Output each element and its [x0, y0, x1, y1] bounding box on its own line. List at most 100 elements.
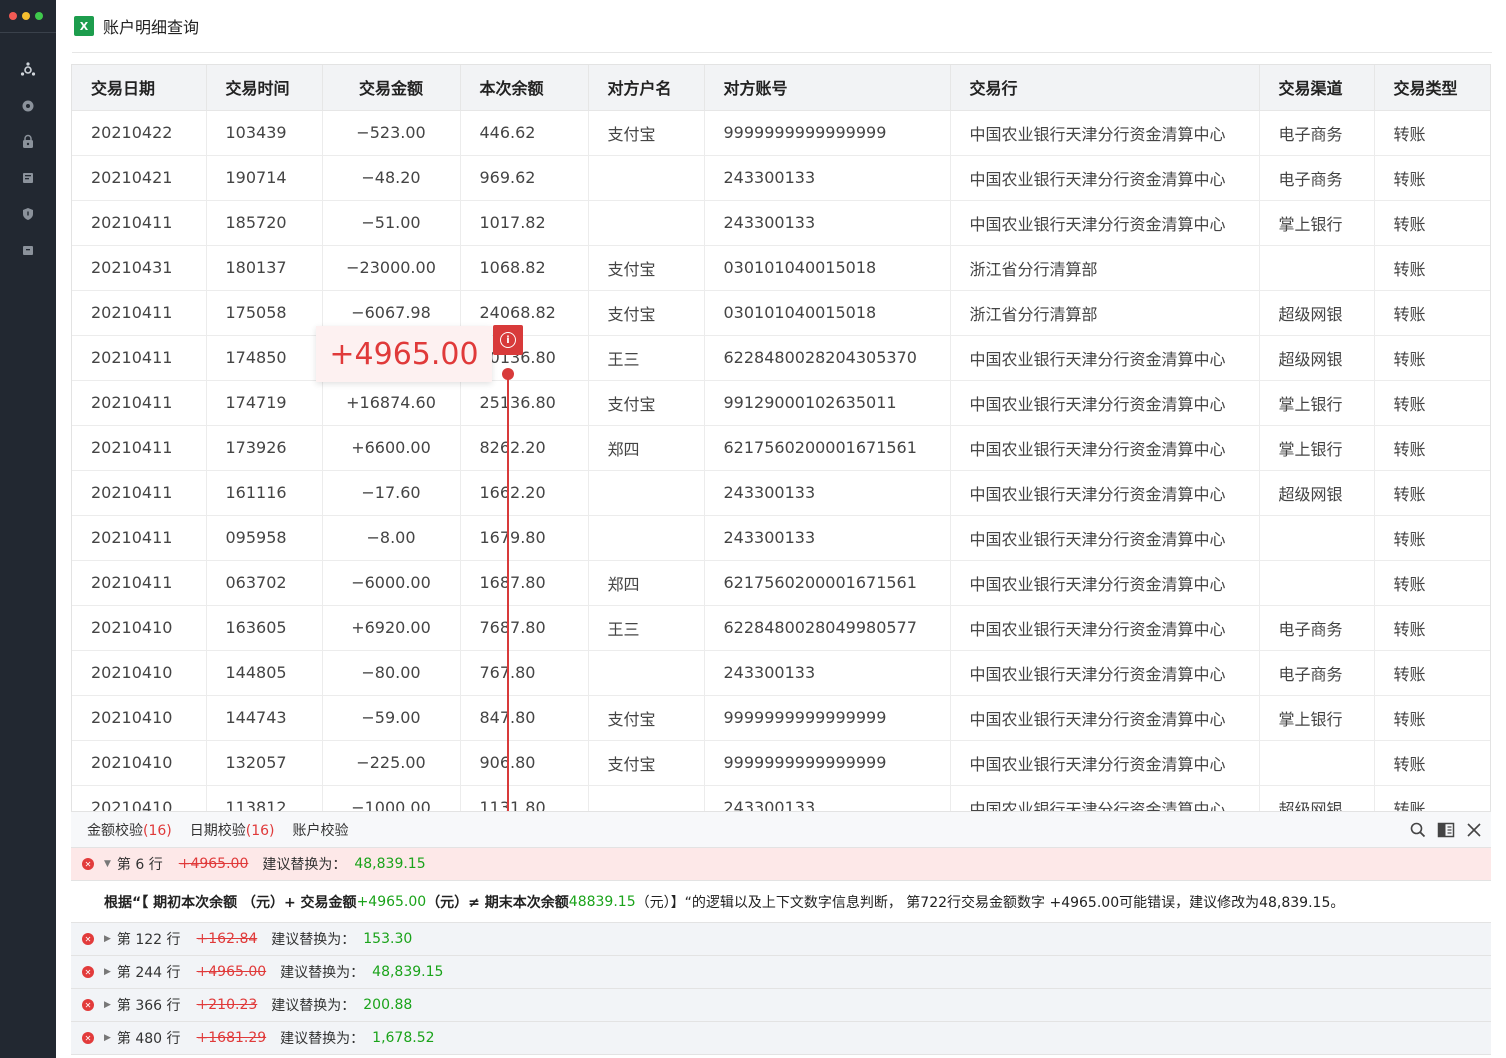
column-header-date[interactable]: 交易日期	[72, 65, 207, 111]
caret-down-icon[interactable]: ▼	[104, 859, 111, 869]
caret-right-icon[interactable]: ▶	[104, 1000, 111, 1010]
close-icon[interactable]	[1465, 821, 1483, 839]
sidebar-item-records[interactable]	[0, 88, 56, 124]
cell-date: 20210410	[72, 785, 207, 811]
cell-time: 174719	[206, 380, 323, 426]
cell-counterparty	[588, 785, 705, 811]
table-row[interactable]: 20210431 180137 −23000.00 1068.82 支付宝 0301010…	[72, 245, 1490, 291]
cell-account: 9999999999999999	[704, 695, 951, 741]
cell-balance: 1017.82	[460, 200, 589, 246]
table-row[interactable]: 20210411 185720 −51.00 1017.82 243300133 中国农业…	[72, 200, 1490, 246]
cell-balance: 8262.20	[460, 425, 589, 471]
table-row[interactable]: 20210410 163605 +6920.00 7687.80 王三 622848002…	[72, 605, 1490, 651]
cell-balance: 7687.80	[460, 605, 589, 651]
detail-amount: +4965.00	[356, 893, 427, 910]
detail-mid: （元）≠ 期末本次余额	[426, 894, 569, 911]
error-icon: ✕	[82, 858, 94, 870]
cell-date: 20210410	[72, 650, 207, 696]
alert-badge[interactable]: i	[493, 325, 523, 355]
cell-bank: 中国农业银行天津分行资金清算中心	[950, 650, 1260, 696]
close-window-button[interactable]	[9, 12, 17, 20]
tab-amount-check[interactable]: 金额校验(16)	[87, 820, 172, 840]
cell-channel: 超级网银	[1259, 335, 1375, 381]
error-wrong-value: +4965.00	[178, 856, 249, 872]
sidebar-item-export[interactable]	[0, 232, 56, 268]
column-header-time[interactable]: 交易时间	[206, 65, 323, 111]
cell-balance: 1679.80	[460, 515, 589, 561]
error-row-number: 第 6 行	[116, 857, 163, 873]
cell-channel: 掌上银行	[1259, 425, 1375, 471]
error-wrong-value: +210.23	[196, 997, 258, 1013]
table-row[interactable]: 20210411 173926 +6600.00 8262.20 郑四 621756020…	[72, 425, 1490, 471]
table-row[interactable]: 20210411 095958 −8.00 1679.80 243300133 中国农业银…	[72, 515, 1490, 561]
tab-account-check[interactable]: 账户校验	[293, 820, 349, 840]
suggest-value[interactable]: 48,839.15	[372, 964, 443, 980]
maximize-window-button[interactable]	[35, 12, 43, 20]
search-icon[interactable]	[1409, 821, 1427, 839]
info-icon: i	[500, 332, 516, 348]
error-item[interactable]: ✕ ▶ 第 122 行 +162.84 建议替换为： 153.30	[71, 923, 1491, 956]
cell-counterparty	[588, 155, 705, 201]
tab-count: (16)	[245, 822, 275, 839]
table-row[interactable]: 20210411 175058 −6067.98 24068.82 支付宝 0301010…	[72, 290, 1490, 336]
error-icon: ✕	[82, 933, 94, 945]
caret-right-icon[interactable]: ▶	[104, 1033, 111, 1043]
table-row[interactable]: 20210410132057−225.00906.80支付宝9999999999…	[72, 740, 1490, 786]
error-item[interactable]: ✕ ▶ 第 480 行 +1681.29 建议替换为： 1,678.52	[71, 1022, 1491, 1055]
caret-right-icon[interactable]: ▶	[104, 934, 111, 944]
table-row[interactable]: 20210411 161116 −17.60 1662.20 243300133 中国农业…	[72, 470, 1490, 516]
cell-date: 20210410	[72, 740, 207, 786]
table-row[interactable]: 20210410144743−59.00847.80支付宝99999999999…	[72, 695, 1490, 741]
table-row[interactable]: 20210411 174850 30136.80 王三 6228480028204305…	[72, 335, 1490, 381]
error-item[interactable]: ✕ ▶ 第 366 行 +210.23 建议替换为： 200.88	[71, 989, 1491, 1022]
sidebar-item-lock[interactable]	[0, 124, 56, 160]
marker-line	[507, 378, 509, 836]
error-detail: 根据“【 期初本次余额 （元）+ 交易金额 +4965.00 （元）≠ 期末本次…	[71, 881, 1491, 923]
table-row[interactable]: 20210411 063702 −6000.00 1687.80 郑四 621756020…	[72, 560, 1490, 606]
shield-icon	[23, 208, 33, 220]
cell-channel: 电子商务	[1259, 110, 1375, 156]
column-header-account[interactable]: 对方账号	[704, 65, 951, 111]
cell-amount: −6000.00	[322, 560, 461, 606]
cell-balance: 969.62	[460, 155, 589, 201]
error-item[interactable]: ✕ ▶ 第 244 行 +4965.00 建议替换为： 48,839.15	[71, 956, 1491, 989]
table-row[interactable]: 20210410144805−80.00767.80 243300133中国农业银…	[72, 650, 1490, 696]
suggest-value[interactable]: 1,678.52	[372, 1030, 434, 1046]
suggest-value[interactable]: 48,839.15	[354, 856, 425, 872]
suggest-value[interactable]: 200.88	[363, 997, 412, 1013]
cell-amount: +16874.60	[322, 380, 461, 426]
cell-type: 转账	[1374, 290, 1490, 336]
sidebar-item-reports[interactable]	[0, 160, 56, 196]
cell-channel: 掌上银行	[1259, 695, 1375, 741]
column-header-balance[interactable]: 本次余额	[460, 65, 589, 111]
error-icon: ✕	[82, 966, 94, 978]
column-header-channel[interactable]: 交易渠道	[1259, 65, 1375, 111]
cell-account: 243300133	[704, 470, 951, 516]
column-header-bank[interactable]: 交易行	[950, 65, 1260, 111]
cell-date: 20210421	[72, 155, 207, 201]
cell-bank: 中国农业银行天津分行资金清算中心	[950, 740, 1260, 786]
table-row[interactable]: 20210411 174719 +16874.60 25136.80 支付宝 991290…	[72, 380, 1490, 426]
cell-time: 132057	[206, 740, 323, 786]
sidebar-item-home[interactable]	[0, 52, 56, 88]
cell-account: 6228480028049980577	[704, 605, 951, 651]
cell-balance: 767.80	[460, 650, 589, 696]
book-icon[interactable]	[1437, 821, 1455, 839]
table-row[interactable]: 20210422 103439 −523.00 446.62 支付宝 9999999999…	[72, 110, 1490, 156]
cell-account: 9999999999999999	[704, 740, 951, 786]
table-row[interactable]: 20210410 113812 −1000.00 1131.80 243300133 中国…	[72, 785, 1490, 811]
sidebar-item-security[interactable]	[0, 196, 56, 232]
cell-channel	[1259, 740, 1375, 786]
suggest-value[interactable]: 153.30	[363, 931, 412, 947]
cell-type: 转账	[1374, 110, 1490, 156]
tab-date-check[interactable]: 日期校验(16)	[190, 820, 275, 840]
minimize-window-button[interactable]	[22, 12, 30, 20]
table-body: 20210422 103439 −523.00 446.62 支付宝 9999999999…	[72, 110, 1490, 811]
caret-right-icon[interactable]: ▶	[104, 967, 111, 977]
column-header-type[interactable]: 交易类型	[1374, 65, 1490, 111]
column-header-amount[interactable]: 交易金额	[322, 65, 461, 111]
detail-prefix: 根据“【 期初本次余额 （元）+ 交易金额	[104, 894, 357, 911]
column-header-counterparty[interactable]: 对方户名	[588, 65, 705, 111]
error-item[interactable]: ✕ ▼ 第 6 行 +4965.00 建议替换为： 48,839.15	[71, 848, 1491, 881]
table-row[interactable]: 20210421 190714 −48.20 969.62 243300133 中国农业银…	[72, 155, 1490, 201]
